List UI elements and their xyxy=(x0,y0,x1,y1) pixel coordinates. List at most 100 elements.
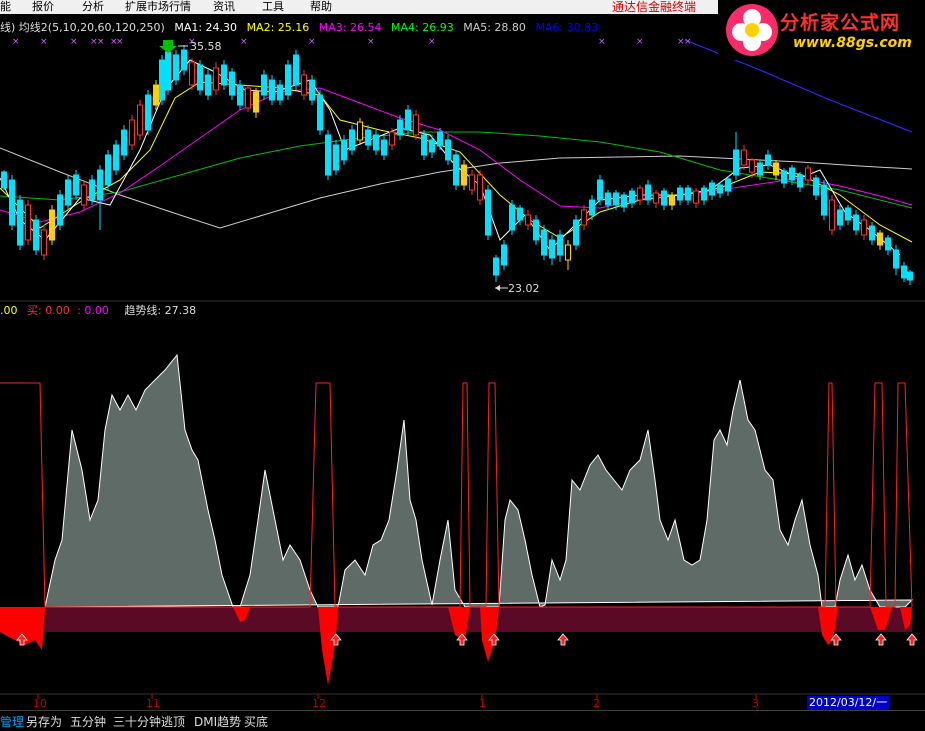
candle-body xyxy=(821,184,827,216)
candle-body xyxy=(741,149,747,166)
candle-body xyxy=(341,139,347,161)
candle-body xyxy=(429,139,435,153)
candle-body xyxy=(645,184,651,201)
formula-tab-bar: 管理 另存为 五分钟 三十分钟逃顶 DMI趋势 买底 xyxy=(0,710,925,731)
candle-body xyxy=(557,234,563,256)
candle-body xyxy=(17,199,23,246)
candle-body xyxy=(365,129,371,146)
candle-body xyxy=(597,179,603,201)
high-price-label: 35.58 xyxy=(190,40,222,53)
candle-body xyxy=(653,192,659,204)
indicator-legend: .00 买: 0.00 : 0.00 趋势线: 27.38 xyxy=(0,304,196,317)
candle-body xyxy=(461,164,467,186)
candle-body xyxy=(181,49,187,71)
buy-value-label: 买: 0.00 xyxy=(27,304,70,317)
candle-body xyxy=(757,162,763,176)
x-tick-3: 3 xyxy=(752,697,759,710)
candle-body xyxy=(781,170,787,184)
candle-body xyxy=(717,184,723,194)
candle-body xyxy=(277,84,283,101)
candle-body xyxy=(869,225,875,241)
tab-manage[interactable]: 管理 xyxy=(0,713,24,730)
svg-text:×: × xyxy=(598,37,606,47)
candle-body xyxy=(629,190,635,204)
candle-body xyxy=(25,204,31,241)
candle-body xyxy=(589,199,595,216)
candle-body xyxy=(1,171,7,189)
candle-body xyxy=(605,192,611,206)
candle-body xyxy=(301,74,307,96)
cursor-date-box: 2012/03/12/一 xyxy=(807,696,890,710)
candle-body xyxy=(877,232,883,246)
candle-body xyxy=(509,204,515,231)
candle-body xyxy=(333,144,339,171)
candle-body xyxy=(709,182,715,196)
up-arrow-icon xyxy=(875,633,887,646)
candle-body xyxy=(405,109,411,131)
tab-dmi-trend[interactable]: DMI趋势 xyxy=(194,713,241,730)
site-logo: 分析家公式网 www.88gs.com xyxy=(718,0,925,60)
candle-body xyxy=(893,249,899,269)
candle-body xyxy=(907,271,913,281)
candle-body xyxy=(669,194,675,206)
candle-body xyxy=(901,265,907,279)
candle-body xyxy=(565,244,571,261)
candle-body xyxy=(397,119,403,136)
candle-body xyxy=(789,167,795,181)
candle-body xyxy=(685,187,691,201)
candle-body xyxy=(549,239,555,259)
candle-body xyxy=(221,64,227,86)
candle-body xyxy=(725,178,731,192)
candle-body xyxy=(269,79,275,101)
candle-body xyxy=(81,184,87,206)
up-arrow-icon xyxy=(906,633,918,646)
candle-body xyxy=(573,219,579,246)
svg-text:×: × xyxy=(367,37,375,47)
up-arrow-icon xyxy=(557,633,569,646)
low-price-label: 23.02 xyxy=(508,282,540,295)
tab-save-as[interactable]: 另存为 xyxy=(26,713,62,730)
svg-text:×: × xyxy=(97,37,105,47)
candle-body xyxy=(485,189,491,236)
signal-markers: × × × × × × × × × × × × × × × × xyxy=(12,37,692,47)
candle-body xyxy=(33,219,39,251)
logo-url: www.88gs.com xyxy=(793,35,912,51)
candle-body xyxy=(261,74,267,96)
x-tick-11: 11 xyxy=(146,697,160,710)
candle-body xyxy=(205,74,211,96)
candle-body xyxy=(533,219,539,241)
x-tick-1: 1 xyxy=(479,697,486,710)
candle-body xyxy=(237,84,243,106)
candle-body xyxy=(693,190,699,204)
candle-body xyxy=(389,131,395,146)
x-tick-12: 12 xyxy=(312,697,326,710)
candle-body xyxy=(373,134,379,151)
candle-body xyxy=(637,187,643,201)
candle-body xyxy=(773,162,779,176)
candle-body xyxy=(159,59,165,101)
candle-body xyxy=(829,199,835,231)
indicator-value-2: : 0.00 xyxy=(77,304,109,317)
candle-body xyxy=(197,64,203,91)
candle-body xyxy=(469,174,475,191)
svg-text:×: × xyxy=(308,37,316,47)
candle-body xyxy=(229,71,235,96)
candle-body xyxy=(421,134,427,156)
candle-body xyxy=(845,207,851,221)
candle-body xyxy=(41,229,47,256)
candle-body xyxy=(285,64,291,96)
stock-chart[interactable]: × × × × × × × × × × × × × × × × 35.58 23.02 xyxy=(0,0,925,710)
tab-five-minute[interactable]: 五分钟 xyxy=(70,713,106,730)
candle-body xyxy=(853,214,859,231)
tab-buy-bottom[interactable]: 买底 xyxy=(244,713,268,730)
candle-body xyxy=(89,179,95,201)
candle-body xyxy=(173,54,179,81)
candle-body xyxy=(805,167,811,181)
tab-thirty-minute-top[interactable]: 三十分钟逃顶 xyxy=(113,713,185,730)
candle-body xyxy=(661,190,667,206)
candle-body xyxy=(437,131,443,147)
candle-body xyxy=(189,61,195,86)
svg-text:×: × xyxy=(40,37,48,47)
trend-area xyxy=(44,353,914,608)
candle-body xyxy=(749,159,755,173)
